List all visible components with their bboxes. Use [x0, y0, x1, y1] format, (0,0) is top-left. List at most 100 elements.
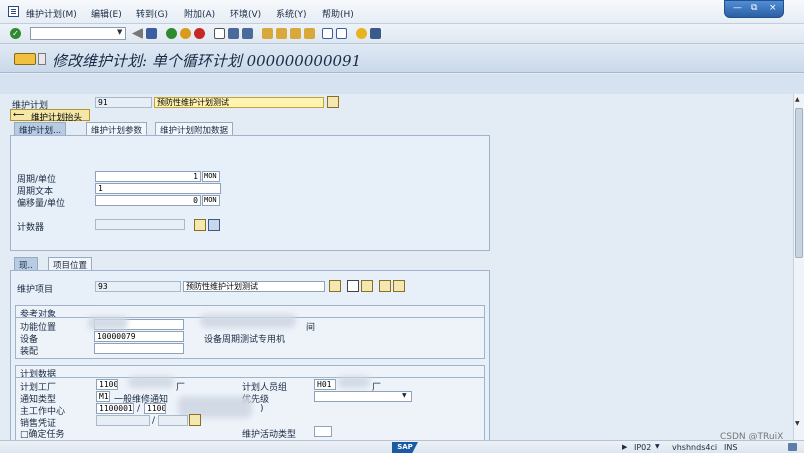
find-icon[interactable]: [228, 28, 239, 39]
print-icon[interactable]: [214, 28, 225, 39]
save-icon[interactable]: [146, 28, 157, 39]
menu-edit[interactable]: 编辑(E): [91, 7, 122, 20]
transaction-icon[interactable]: [14, 53, 36, 65]
page-title: 修改维护计划: 单个循环计划 000000000091: [52, 52, 362, 70]
cycle-value-field[interactable]: 1: [95, 171, 201, 182]
redaction-blur: [128, 376, 174, 388]
scroll-thumb[interactable]: [795, 108, 803, 258]
item-description-field[interactable]: 预防性维护计划测试: [183, 281, 325, 292]
item-tools-icon[interactable]: [379, 280, 391, 292]
tab-plan-parameters[interactable]: 维护计划参数: [86, 122, 148, 136]
window-controls: — ⧉ ×: [724, 0, 784, 18]
standard-toolbar: ✓ ▼: [0, 24, 804, 44]
cancel-icon[interactable]: [194, 28, 205, 39]
exit-icon[interactable]: [180, 28, 191, 39]
planning-data-group: 计划数据 计划工厂 1100 厂 计划人员组 H01 厂 通知类型 M1 一般维…: [15, 365, 485, 440]
menu-extras[interactable]: 附加(A): [184, 7, 215, 20]
scroll-down-icon[interactable]: ▼: [795, 420, 800, 427]
item-panel: 维护项目 93 预防性维护计划测试 参考对象 功能位置 间 设备 1000007…: [10, 270, 490, 440]
activity-type-label: 维护活动类型: [242, 430, 297, 440]
help-icon[interactable]: [356, 28, 367, 39]
enter-icon[interactable]: ✓: [10, 28, 21, 39]
counter-field[interactable]: [95, 219, 185, 230]
counter-detail-icon[interactable]: [208, 219, 220, 231]
layout-icon[interactable]: [370, 28, 381, 39]
prev-page-icon[interactable]: [276, 28, 287, 39]
confirm-task-checkbox[interactable]: □确定任务: [20, 427, 65, 440]
work-center-field[interactable]: 11000010: [96, 403, 134, 414]
chevron-down-icon[interactable]: ▼: [117, 28, 125, 38]
item-detail-icon[interactable]: [361, 280, 373, 292]
first-page-icon[interactable]: [262, 28, 273, 39]
work-center-separator: /: [137, 404, 141, 414]
planning-data-title: 计划数据: [20, 370, 57, 380]
sales-doc-item-field[interactable]: [158, 415, 188, 426]
counter-label: 计数器: [17, 223, 45, 233]
next-page-icon[interactable]: [290, 28, 301, 39]
sales-doc-search-icon[interactable]: [189, 414, 201, 426]
plant-suffix: 厂: [176, 383, 186, 393]
sales-doc-separator: /: [152, 416, 156, 426]
restore-icon[interactable]: ⧉: [751, 3, 757, 13]
cycle-panel: 周期/单位 1 MON 周期文本 1 偏移量/单位 0 MON 计数器: [10, 135, 490, 251]
close-icon[interactable]: ×: [769, 3, 777, 13]
item-document-icon[interactable]: [347, 280, 359, 292]
activity-type-field[interactable]: [314, 426, 332, 437]
assembly-label: 装配: [20, 347, 39, 357]
assembly-field[interactable]: [94, 343, 184, 354]
sales-doc-field[interactable]: [96, 415, 150, 426]
menu-help[interactable]: 帮助(H): [322, 7, 354, 20]
menu-goto[interactable]: 转到(G): [136, 7, 168, 20]
cycle-unit-field[interactable]: MON: [202, 171, 220, 182]
menu-environment[interactable]: 环境(V): [230, 7, 261, 20]
offset-value-field[interactable]: 0: [95, 195, 201, 206]
back-icon[interactable]: [132, 28, 143, 39]
tab-item-location[interactable]: 项目位置: [48, 257, 93, 271]
redaction-blur: [200, 314, 296, 328]
item-long-text-icon[interactable]: [329, 280, 341, 292]
item-number-field[interactable]: 93: [95, 281, 181, 292]
server-name: vhshnds4ci: [672, 443, 718, 452]
new-session-icon[interactable]: [322, 28, 333, 39]
scroll-up-icon[interactable]: ▲: [795, 96, 800, 103]
menu-system[interactable]: 系统(Y): [276, 7, 307, 20]
document-icon: [38, 53, 46, 65]
menu-maintenance-plan[interactable]: 维护计划(M): [26, 7, 77, 20]
nav-back-icon[interactable]: [166, 28, 177, 39]
item-config-icon[interactable]: [393, 280, 405, 292]
shortcut-icon[interactable]: [336, 28, 347, 39]
menu-app-icon[interactable]: [8, 6, 19, 17]
command-field[interactable]: [30, 27, 126, 40]
planning-data-divider: [16, 377, 484, 378]
notif-type-field[interactable]: M1: [96, 391, 110, 402]
tab-maintenance-plan[interactable]: 维护计划...: [14, 122, 67, 136]
plan-header-button[interactable]: ⟵ 维护计划抬头: [10, 109, 90, 123]
plant-field[interactable]: 1100: [96, 379, 118, 390]
system-chevron-down-icon[interactable]: ▼: [655, 443, 660, 450]
long-text-icon[interactable]: [327, 96, 339, 108]
plan-number-field[interactable]: 91: [95, 97, 152, 108]
last-page-icon[interactable]: [304, 28, 315, 39]
minimize-icon[interactable]: —: [733, 3, 742, 13]
cycle-text-field[interactable]: 1: [95, 183, 221, 194]
item-label: 维护项目: [17, 285, 54, 295]
equipment-description: 设备周期测试专用机: [204, 335, 286, 345]
offset-unit-field[interactable]: MON: [202, 195, 220, 206]
work-center-suffix: ): [260, 404, 264, 414]
tab-current[interactable]: 现..: [14, 257, 38, 271]
work-center-plant-field[interactable]: 1100: [144, 403, 166, 414]
status-play-icon[interactable]: ▶: [622, 443, 627, 451]
equipment-field[interactable]: 10000079: [94, 331, 184, 342]
find-next-icon[interactable]: [242, 28, 253, 39]
planner-group-field[interactable]: H01: [314, 379, 336, 390]
priority-select[interactable]: [314, 391, 412, 402]
main-content: 维护计划 91 预防性维护计划测试 ⟵ 维护计划抬头 维护计划... 维护计划参…: [0, 94, 793, 440]
priority-chevron-down-icon[interactable]: ▼: [402, 392, 407, 399]
status-monitor-icon[interactable]: [788, 443, 797, 451]
counter-search-icon[interactable]: [194, 219, 206, 231]
header-arrow-icon: ⟵: [13, 110, 25, 119]
insert-mode: INS: [724, 443, 738, 452]
plan-description-field[interactable]: 预防性维护计划测试: [154, 97, 324, 108]
vertical-scrollbar[interactable]: ▲ ▼: [793, 94, 804, 440]
tab-plan-additional-data[interactable]: 维护计划附加数据: [155, 122, 234, 136]
